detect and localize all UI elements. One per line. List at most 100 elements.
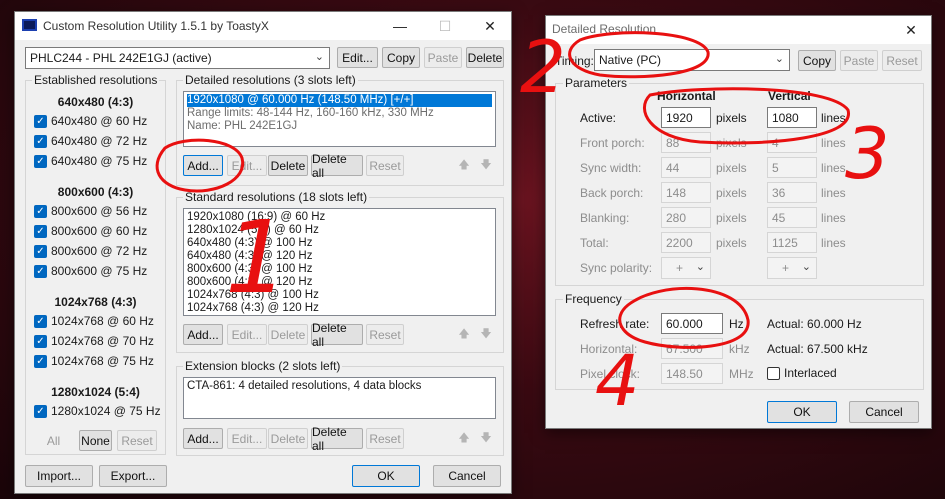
edit-extension-button[interactable]: Edit... (227, 428, 267, 449)
cru-window: Custom Resolution Utility 1.5.1 by Toast… (14, 11, 512, 494)
pixel-clock-input[interactable]: 148.50 (661, 363, 723, 384)
monitor-select-value: PHLC244 - PHL 242E1GJ (active) (30, 51, 212, 65)
active-h-input[interactable]: 1920 (661, 107, 711, 128)
list-item[interactable]: 1920x1080 (16:9) @ 60 Hz (187, 211, 492, 224)
front-porch-h-input[interactable]: 88 (661, 132, 711, 153)
est-checkbox[interactable]: ✓ 800x600 @ 72 Hz (34, 244, 147, 258)
sync-polarity-v-select[interactable]: + ⌄ (767, 257, 817, 279)
param-label: Blanking: (580, 211, 630, 225)
delete-standard-button[interactable]: Delete (268, 324, 308, 345)
close-icon[interactable]: ✕ (891, 16, 931, 44)
delete-all-detailed-button[interactable]: Delete all (311, 152, 363, 180)
est-checkbox[interactable]: ✓ 800x600 @ 75 Hz (34, 264, 147, 278)
list-item[interactable]: CTA-861: 4 detailed resolutions, 4 data … (187, 380, 492, 393)
refresh-rate-input[interactable]: 60.000 (661, 313, 723, 334)
cru-ok-button[interactable]: OK (352, 465, 420, 487)
sync-width-h-input[interactable]: 44 (661, 157, 711, 178)
monitor-select[interactable]: PHLC244 - PHL 242E1GJ (active) ⌄ (25, 47, 330, 69)
move-down-icon[interactable]: 🡇 (478, 157, 494, 173)
est-all-button[interactable]: All (37, 430, 70, 451)
move-up-icon[interactable]: 🡅 (456, 430, 472, 446)
dr-ok-button[interactable]: OK (767, 401, 837, 423)
back-porch-v-input[interactable]: 36 (767, 182, 817, 203)
back-porch-h-input[interactable]: 148 (661, 182, 711, 203)
param-label: Sync width: (580, 161, 642, 175)
edit-detailed-button[interactable]: Edit... (227, 155, 267, 176)
sync-polarity-h-select[interactable]: + ⌄ (661, 257, 711, 279)
monitor-app-icon (22, 19, 37, 31)
list-item[interactable]: 640x480 (4:3) @ 120 Hz (187, 250, 492, 263)
standard-list[interactable]: 1920x1080 (16:9) @ 60 Hz 1280x1024 (5:4)… (183, 208, 496, 316)
est-checkbox[interactable]: ✓ 640x480 @ 60 Hz (34, 114, 147, 128)
list-item[interactable]: 1024x768 (4:3) @ 120 Hz (187, 302, 492, 315)
dr-copy-button[interactable]: Copy (798, 50, 836, 71)
list-item[interactable]: Range limits: 48-144 Hz, 160-160 kHz, 33… (187, 107, 492, 120)
reset-extension-button[interactable]: Reset (366, 428, 404, 449)
maximize-icon[interactable]: ☐ (422, 12, 468, 40)
active-v-input[interactable]: 1080 (767, 107, 817, 128)
close-icon[interactable]: ✕ (467, 12, 513, 40)
sync-width-v-input[interactable]: 5 (767, 157, 817, 178)
dr-cancel-button[interactable]: Cancel (849, 401, 919, 423)
list-item[interactable]: 1280x1024 (5:4) @ 60 Hz (187, 224, 492, 237)
edit-standard-button[interactable]: Edit... (227, 324, 267, 345)
est-checkbox[interactable]: ✓ 640x480 @ 72 Hz (34, 134, 147, 148)
move-up-icon[interactable]: 🡅 (456, 326, 472, 342)
minimize-icon[interactable]: — (377, 12, 423, 40)
est-reset-button[interactable]: Reset (117, 430, 157, 451)
copy-monitor-button[interactable]: Copy (382, 47, 420, 68)
unit-label: lines (821, 211, 846, 225)
est-none-button[interactable]: None (79, 430, 112, 451)
list-item[interactable]: Name: PHL 242E1GJ (187, 120, 492, 133)
add-detailed-button[interactable]: Add... (183, 155, 223, 176)
dr-reset-button[interactable]: Reset (882, 50, 922, 71)
delete-detailed-button[interactable]: Delete (268, 155, 308, 176)
vertical-header: Vertical (768, 89, 811, 103)
extension-list[interactable]: CTA-861: 4 detailed resolutions, 4 data … (183, 377, 496, 419)
cru-titlebar: Custom Resolution Utility 1.5.1 by Toast… (15, 12, 511, 40)
est-checkbox[interactable]: ✓ 800x600 @ 60 Hz (34, 224, 147, 238)
est-checkbox[interactable]: ✓ 640x480 @ 75 Hz (34, 154, 147, 168)
list-item[interactable]: 800x600 (4:3) @ 120 Hz (187, 276, 492, 289)
est-checkbox[interactable]: ✓ 1024x768 @ 75 Hz (34, 354, 154, 368)
total-v-input[interactable]: 1125 (767, 232, 817, 253)
blanking-h-input[interactable]: 280 (661, 207, 711, 228)
param-label: Front porch: (580, 136, 645, 150)
cru-title: Custom Resolution Utility 1.5.1 by Toast… (43, 19, 269, 33)
reset-standard-button[interactable]: Reset (366, 324, 404, 345)
paste-monitor-button[interactable]: Paste (424, 47, 462, 68)
delete-all-standard-button[interactable]: Delete all (311, 321, 363, 349)
delete-extension-button[interactable]: Delete (268, 428, 308, 449)
list-item[interactable]: 1024x768 (4:3) @ 100 Hz (187, 289, 492, 302)
horizontal-freq-input[interactable]: 67.500 (661, 338, 723, 359)
detailed-list[interactable]: 1920x1080 @ 60.000 Hz (148.50 MHz) [+/+]… (183, 91, 496, 147)
move-down-icon[interactable]: 🡇 (478, 326, 494, 342)
est-checkbox[interactable]: ✓ 1024x768 @ 70 Hz (34, 334, 154, 348)
move-down-icon[interactable]: 🡇 (478, 430, 494, 446)
front-porch-v-input[interactable]: 4 (767, 132, 817, 153)
import-button[interactable]: Import... (25, 465, 93, 487)
est-checkbox[interactable]: ✓ 1024x768 @ 60 Hz (34, 314, 154, 328)
reset-detailed-button[interactable]: Reset (366, 155, 404, 176)
delete-all-extension-button[interactable]: Delete all (311, 425, 363, 453)
move-up-icon[interactable]: 🡅 (456, 157, 472, 173)
parameters-title: Parameters (563, 76, 630, 90)
delete-monitor-button[interactable]: Delete (466, 47, 504, 68)
dr-paste-button[interactable]: Paste (840, 50, 878, 71)
export-button[interactable]: Export... (99, 465, 167, 487)
interlaced-checkbox[interactable]: Interlaced (767, 366, 837, 380)
est-checkbox[interactable]: ✓ 1280x1024 @ 75 Hz (34, 404, 161, 418)
cru-cancel-button[interactable]: Cancel (433, 465, 501, 487)
timing-select[interactable]: Native (PC) ⌄ (594, 49, 790, 71)
total-h-input[interactable]: 2200 (661, 232, 711, 253)
edit-monitor-button[interactable]: Edit... (337, 47, 378, 68)
list-item[interactable]: 800x600 (4:3) @ 100 Hz (187, 263, 492, 276)
unit-label: pixels (716, 136, 747, 150)
checkmark-icon: ✓ (34, 354, 47, 368)
add-standard-button[interactable]: Add... (183, 324, 223, 345)
blanking-v-input[interactable]: 45 (767, 207, 817, 228)
add-extension-button[interactable]: Add... (183, 428, 223, 449)
list-item[interactable]: 640x480 (4:3) @ 100 Hz (187, 237, 492, 250)
list-item[interactable]: 1920x1080 @ 60.000 Hz (148.50 MHz) [+/+] (187, 94, 492, 107)
est-checkbox[interactable]: ✓ 800x600 @ 56 Hz (34, 204, 147, 218)
